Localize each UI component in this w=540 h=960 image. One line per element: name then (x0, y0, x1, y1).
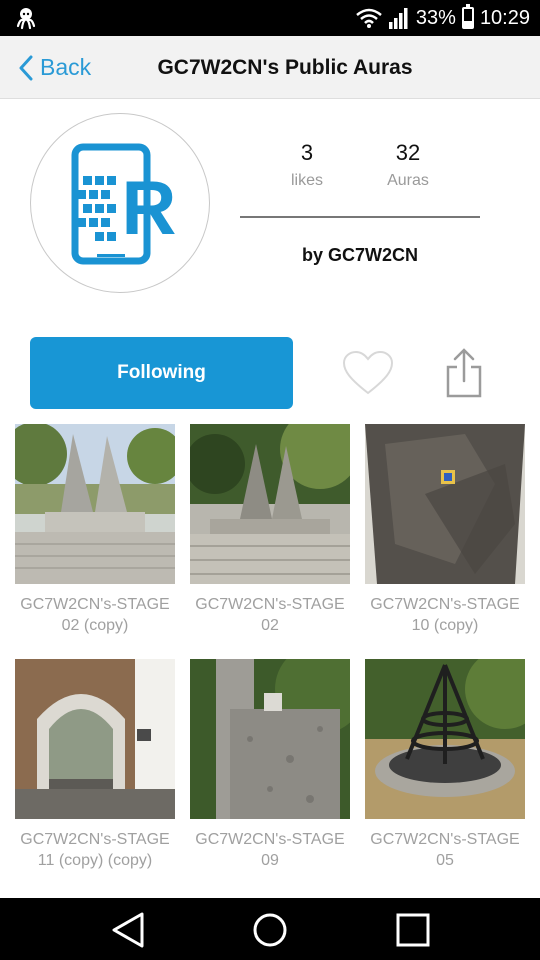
aura-caption-line1: GC7W2CN's-STAGE (370, 831, 520, 848)
aura-photo-sculpture[interactable] (365, 659, 525, 819)
aura-caption-line2: 11 (copy) (copy) (37, 852, 153, 869)
page-title: GC7W2CN's Public Auras (157, 56, 413, 79)
battery-percent: 33% (415, 6, 456, 29)
logo-r-icon: R (71, 143, 177, 265)
likes-count: 3 (300, 140, 314, 165)
octopus-notification-icon (16, 8, 36, 30)
aura-caption-line1: GC7W2CN's-STAGE (20, 596, 170, 613)
aura-caption-line1: GC7W2CN's-STAGE (370, 596, 520, 613)
battery-icon (461, 4, 474, 29)
aura-caption: GC7W2CN's-STAGE 09 (190, 829, 350, 871)
share-icon[interactable] (444, 347, 484, 399)
aura-tile[interactable]: GC7W2CN's-STAGE 02 (190, 424, 350, 636)
nav-home-icon[interactable] (248, 908, 292, 952)
aura-tile[interactable]: GC7W2CN's-STAGE 10 (copy) (365, 424, 525, 636)
likes-label: likes (290, 172, 323, 189)
aura-photo-archway[interactable] (15, 659, 175, 819)
aura-tile[interactable]: GC7W2CN's-STAGE 11 (copy) (copy) (15, 659, 175, 871)
aura-photo-stone[interactable] (365, 424, 525, 584)
system-nav-bar (0, 898, 540, 960)
aura-tile[interactable]: GC7W2CN's-STAGE 09 (190, 659, 350, 871)
divider (240, 216, 480, 218)
aura-caption-line1: GC7W2CN's-STAGE (195, 831, 345, 848)
wifi-icon (356, 8, 382, 28)
likes-stat: 3 likes (262, 140, 352, 190)
avatar: R (30, 113, 210, 293)
signal-icon (388, 8, 408, 29)
aura-caption-line2: 05 (436, 852, 454, 869)
status-bar: 33% 10:29 (0, 0, 540, 36)
aura-caption: GC7W2CN's-STAGE 02 (190, 594, 350, 636)
aura-caption: GC7W2CN's-STAGE 02 (copy) (15, 594, 175, 636)
aura-tile[interactable]: GC7W2CN's-STAGE 05 (365, 659, 525, 871)
auras-label: Auras (387, 172, 429, 189)
svg-text:R: R (122, 166, 177, 251)
clock: 10:29 (479, 6, 530, 29)
aura-photo-monument[interactable] (15, 424, 175, 584)
aura-caption: GC7W2CN's-STAGE 05 (365, 829, 525, 871)
nav-back-icon[interactable] (106, 908, 150, 952)
following-button[interactable]: Following (30, 337, 293, 409)
header-bar: Back GC7W2CN's Public Auras (0, 36, 540, 99)
aura-tile[interactable]: GC7W2CN's-STAGE 02 (copy) (15, 424, 175, 636)
aura-caption-line2: 09 (261, 852, 279, 869)
author-by-line: by GC7W2CN (301, 245, 418, 265)
auras-count: 32 (395, 140, 421, 165)
auras-stat: 32 Auras (363, 140, 453, 190)
aura-photo-granite[interactable] (190, 659, 350, 819)
aura-caption: GC7W2CN's-STAGE 11 (copy) (copy) (15, 829, 175, 871)
heart-icon[interactable] (342, 350, 394, 396)
aura-caption: GC7W2CN's-STAGE 10 (copy) (365, 594, 525, 636)
aura-caption-line2: 02 (copy) (61, 617, 129, 634)
aura-photo-monument[interactable] (190, 424, 350, 584)
nav-recents-icon[interactable] (391, 908, 435, 952)
aura-caption-line2: 10 (copy) (411, 617, 479, 634)
aura-caption-line1: GC7W2CN's-STAGE (195, 596, 345, 613)
aura-caption-line1: GC7W2CN's-STAGE (20, 831, 170, 848)
aura-caption-line2: 02 (261, 617, 279, 634)
